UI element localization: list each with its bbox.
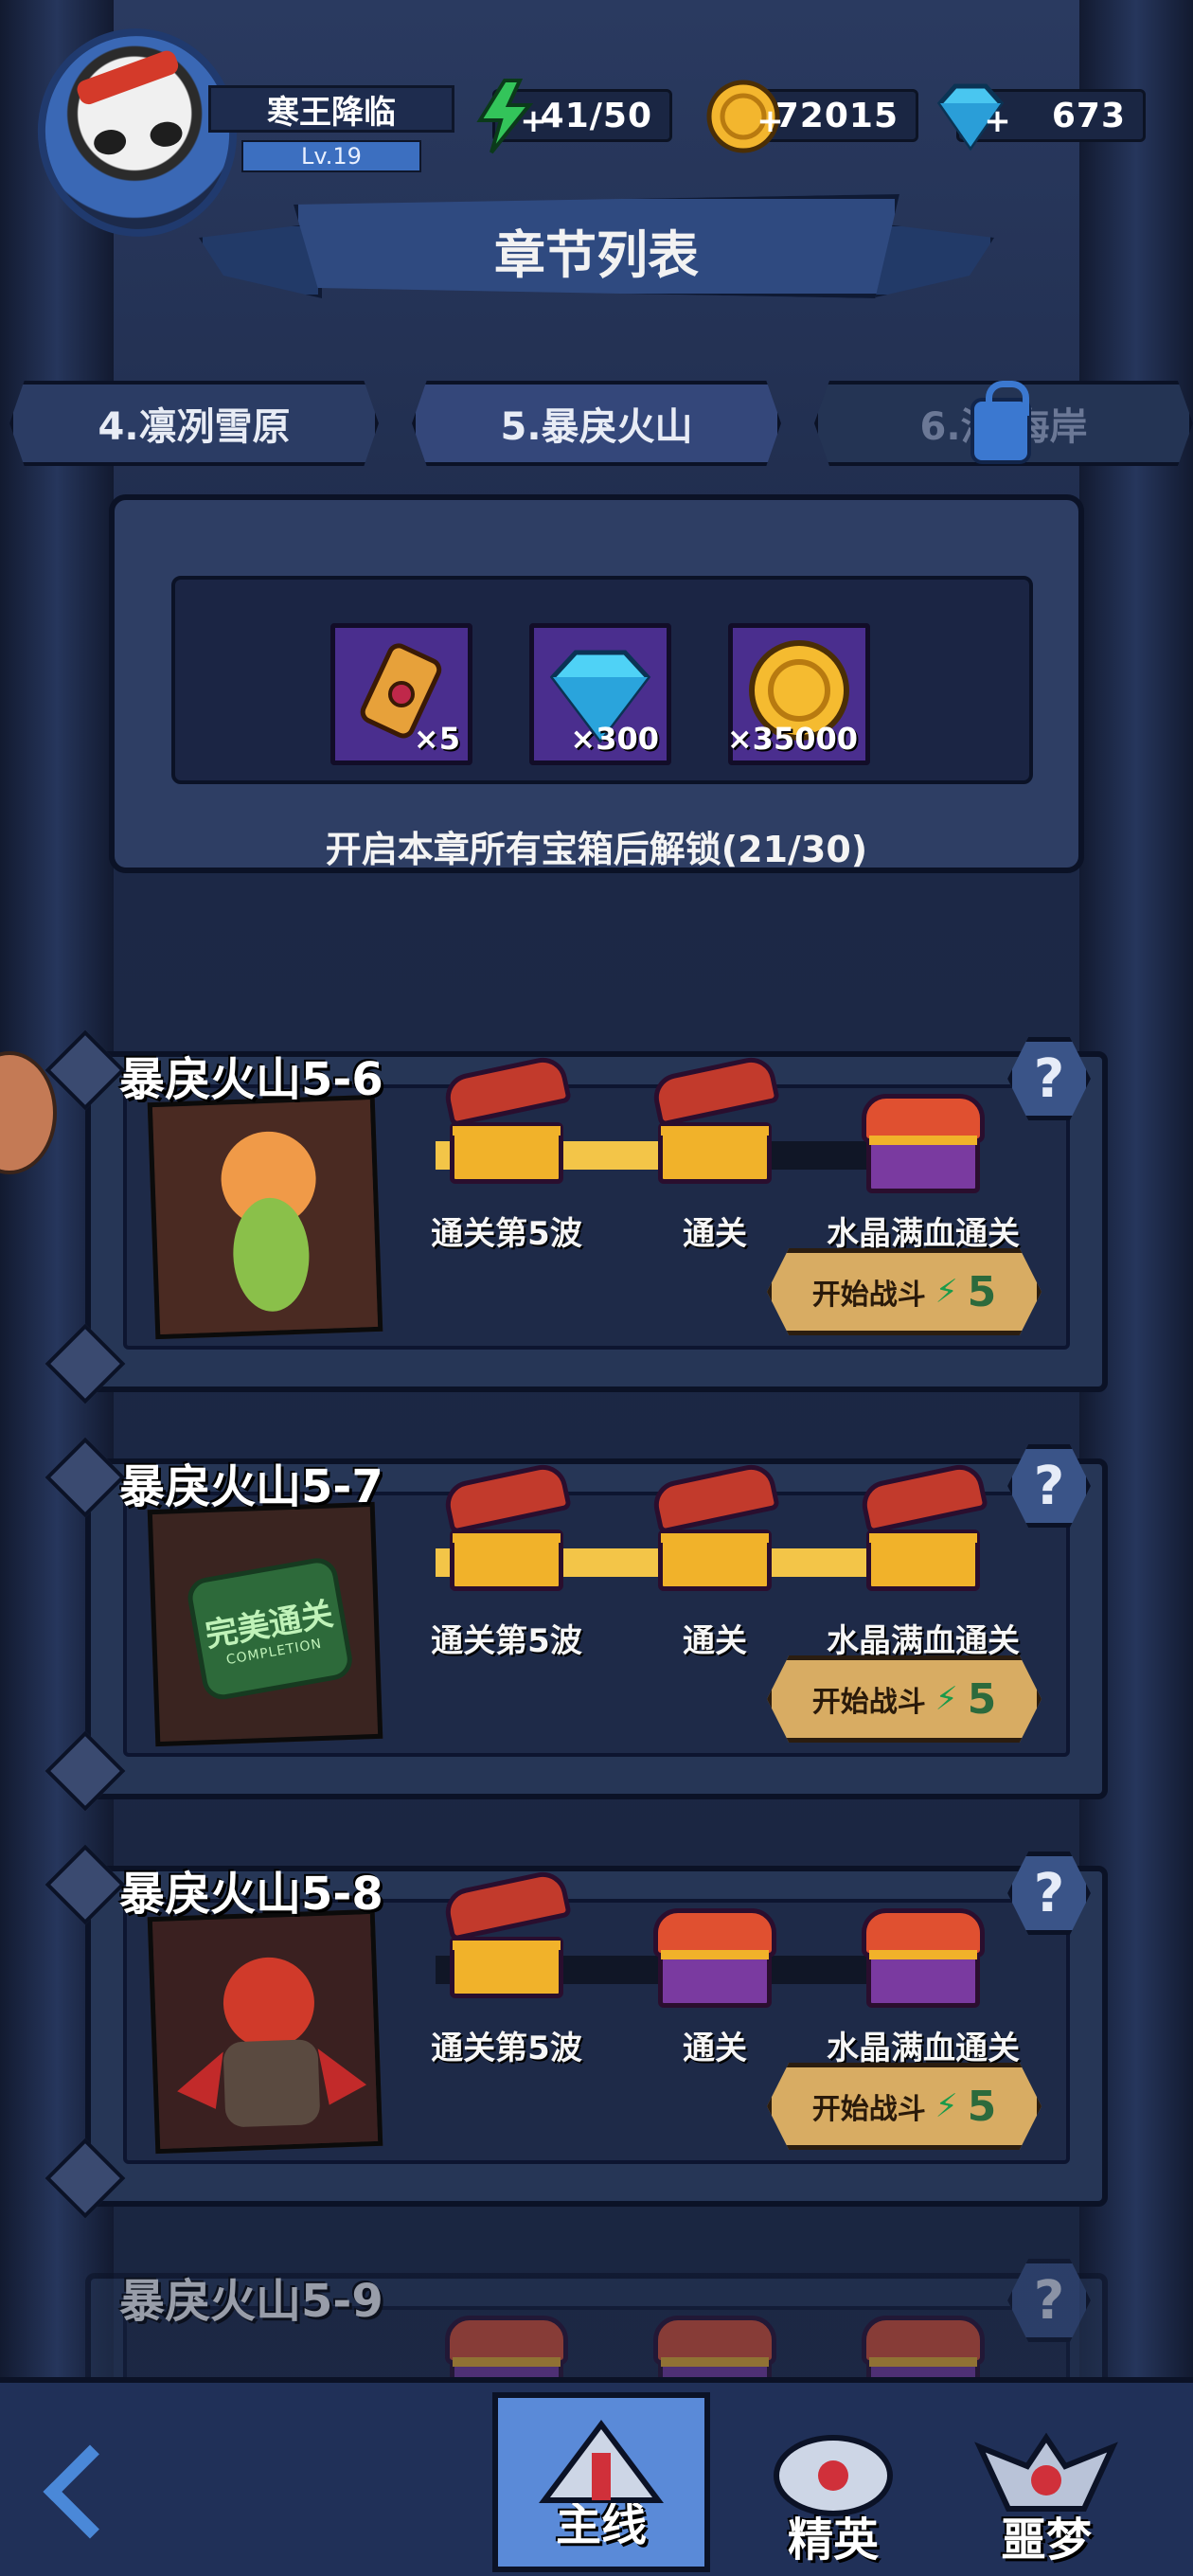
level-card-5-6: 暴戾火山5-6 ? 通关第5波 通关 水晶满血通关 开始战斗 ⚡ 5 xyxy=(45,1004,1127,1404)
chest-crystal-full-hp[interactable] xyxy=(858,1460,988,1596)
level-portrait[interactable]: 完美通关 COMPLETION xyxy=(147,1501,383,1747)
reward-scroll[interactable]: ×5 xyxy=(330,623,472,765)
unlock-condition-text: 开启本章所有宝箱后解锁(21/30) xyxy=(325,829,868,870)
level-title: 暴戾火山5-7 xyxy=(119,1460,383,1513)
level-card-5-8: 暴戾火山5-8 ? 通关第5波 通关 水晶满血通关 开始战斗 ⚡ 5 xyxy=(45,1818,1127,2219)
add-energy-icon[interactable]: + xyxy=(518,105,550,137)
chest-wave5[interactable] xyxy=(441,1053,572,1189)
add-gem-icon[interactable]: + xyxy=(982,105,1014,137)
gem-value: 673 xyxy=(1051,96,1126,135)
panda-eye-icon xyxy=(148,119,185,150)
back-button[interactable] xyxy=(38,2440,151,2544)
chest-label: 水晶满血通关 xyxy=(827,1622,1020,1660)
level-card-5-7: 完美通关 COMPLETION 暴戾火山5-7 ? 通关第5波 通关 水晶满血通… xyxy=(45,1411,1127,1812)
nav-elite[interactable]: 精英 xyxy=(724,2402,942,2576)
chest-label: 通关 xyxy=(683,1622,747,1660)
gold-counter[interactable]: + 572015 xyxy=(706,80,918,153)
plant-monster-icon xyxy=(151,1099,383,1340)
energy-counter[interactable]: + 41/50 xyxy=(476,79,672,154)
elite-helmet-icon xyxy=(774,2435,893,2516)
chest-label: 通关第5波 xyxy=(431,1215,582,1253)
demon-boss-icon xyxy=(151,1913,383,2155)
nav-main-story[interactable]: 主线 xyxy=(492,2392,710,2572)
chest-crystal-full-hp[interactable] xyxy=(862,2306,985,2377)
start-battle-button[interactable]: 开始战斗 ⚡ 5 xyxy=(767,1248,1042,1335)
reward-diamond[interactable]: ×300 xyxy=(529,623,671,765)
energy-value: 41/50 xyxy=(540,96,652,135)
lock-icon xyxy=(970,381,1031,464)
chest-wave5[interactable] xyxy=(441,1460,572,1596)
chest-label: 通关 xyxy=(683,1215,747,1253)
chest-clear[interactable] xyxy=(650,1053,780,1189)
chest-clear[interactable] xyxy=(653,2306,776,2377)
chest-crystal-full-hp[interactable] xyxy=(862,1899,985,2012)
energy-bolt-icon: ⚡ xyxy=(935,2087,958,2125)
tab-chapter-4[interactable]: 4.凛冽雪原 xyxy=(9,381,379,466)
chest-clear[interactable] xyxy=(653,1899,776,2012)
reward-gold[interactable]: ×35000 xyxy=(727,623,870,765)
add-gold-icon[interactable]: + xyxy=(755,105,787,137)
chest-crystal-full-hp[interactable] xyxy=(862,1084,985,1198)
chest-label: 水晶满血通关 xyxy=(827,1215,1020,1253)
energy-bolt-icon: ⚡ xyxy=(935,1680,958,1718)
chevron-left-icon xyxy=(43,2444,137,2539)
bottom-nav: 主线 精英 噩梦 xyxy=(0,2377,1193,2576)
level-portrait[interactable] xyxy=(147,1094,383,1340)
energy-bolt-icon: ⚡ xyxy=(935,1273,958,1311)
chest-label: 通关 xyxy=(683,2030,747,2067)
chest-clear[interactable] xyxy=(650,1460,780,1596)
level-title: 暴戾火山5-6 xyxy=(119,1053,383,1106)
chest-label: 通关第5波 xyxy=(431,2030,582,2067)
start-battle-button[interactable]: 开始战斗 ⚡ 5 xyxy=(767,1655,1042,1743)
chest-label: 通关第5波 xyxy=(431,1622,582,1660)
completion-stamp: 完美通关 COMPLETION xyxy=(185,1554,356,1703)
chest-wave5[interactable] xyxy=(441,1868,572,2003)
player-name: 寒王降临 xyxy=(208,85,454,133)
level-title: 暴戾火山5-8 xyxy=(119,1868,383,1921)
player-level: Lv.19 xyxy=(241,140,421,172)
panda-eye-icon xyxy=(92,127,128,157)
chest-label: 水晶满血通关 xyxy=(827,2030,1020,2067)
gem-counter[interactable]: + 673 xyxy=(936,83,1146,152)
nightmare-demon-icon xyxy=(974,2432,1118,2512)
start-battle-button[interactable]: 开始战斗 ⚡ 5 xyxy=(767,2063,1042,2150)
level-card-5-9: 暴戾火山5-9 ? xyxy=(66,2226,1127,2377)
level-title: 暴戾火山5-9 xyxy=(119,2275,383,2328)
chapter-reward-panel: ×5 ×300 ×35000 开启本章所有宝箱后解锁(21/30) xyxy=(109,494,1084,873)
page-title: 章节列表 xyxy=(494,225,699,285)
top-bar: 寒王降临 Lv.19 + 41/50 + 572015 + 673 xyxy=(0,0,1193,250)
chapter-list-banner: 章节列表 xyxy=(199,185,994,308)
tab-chapter-5[interactable]: 5.暴戾火山 xyxy=(412,381,781,466)
level-portrait[interactable] xyxy=(147,1908,383,2155)
chest-wave5[interactable] xyxy=(445,2306,568,2377)
nav-nightmare[interactable]: 噩梦 xyxy=(937,2402,1155,2576)
headband-icon xyxy=(74,47,181,107)
main-story-icon xyxy=(539,2420,664,2503)
